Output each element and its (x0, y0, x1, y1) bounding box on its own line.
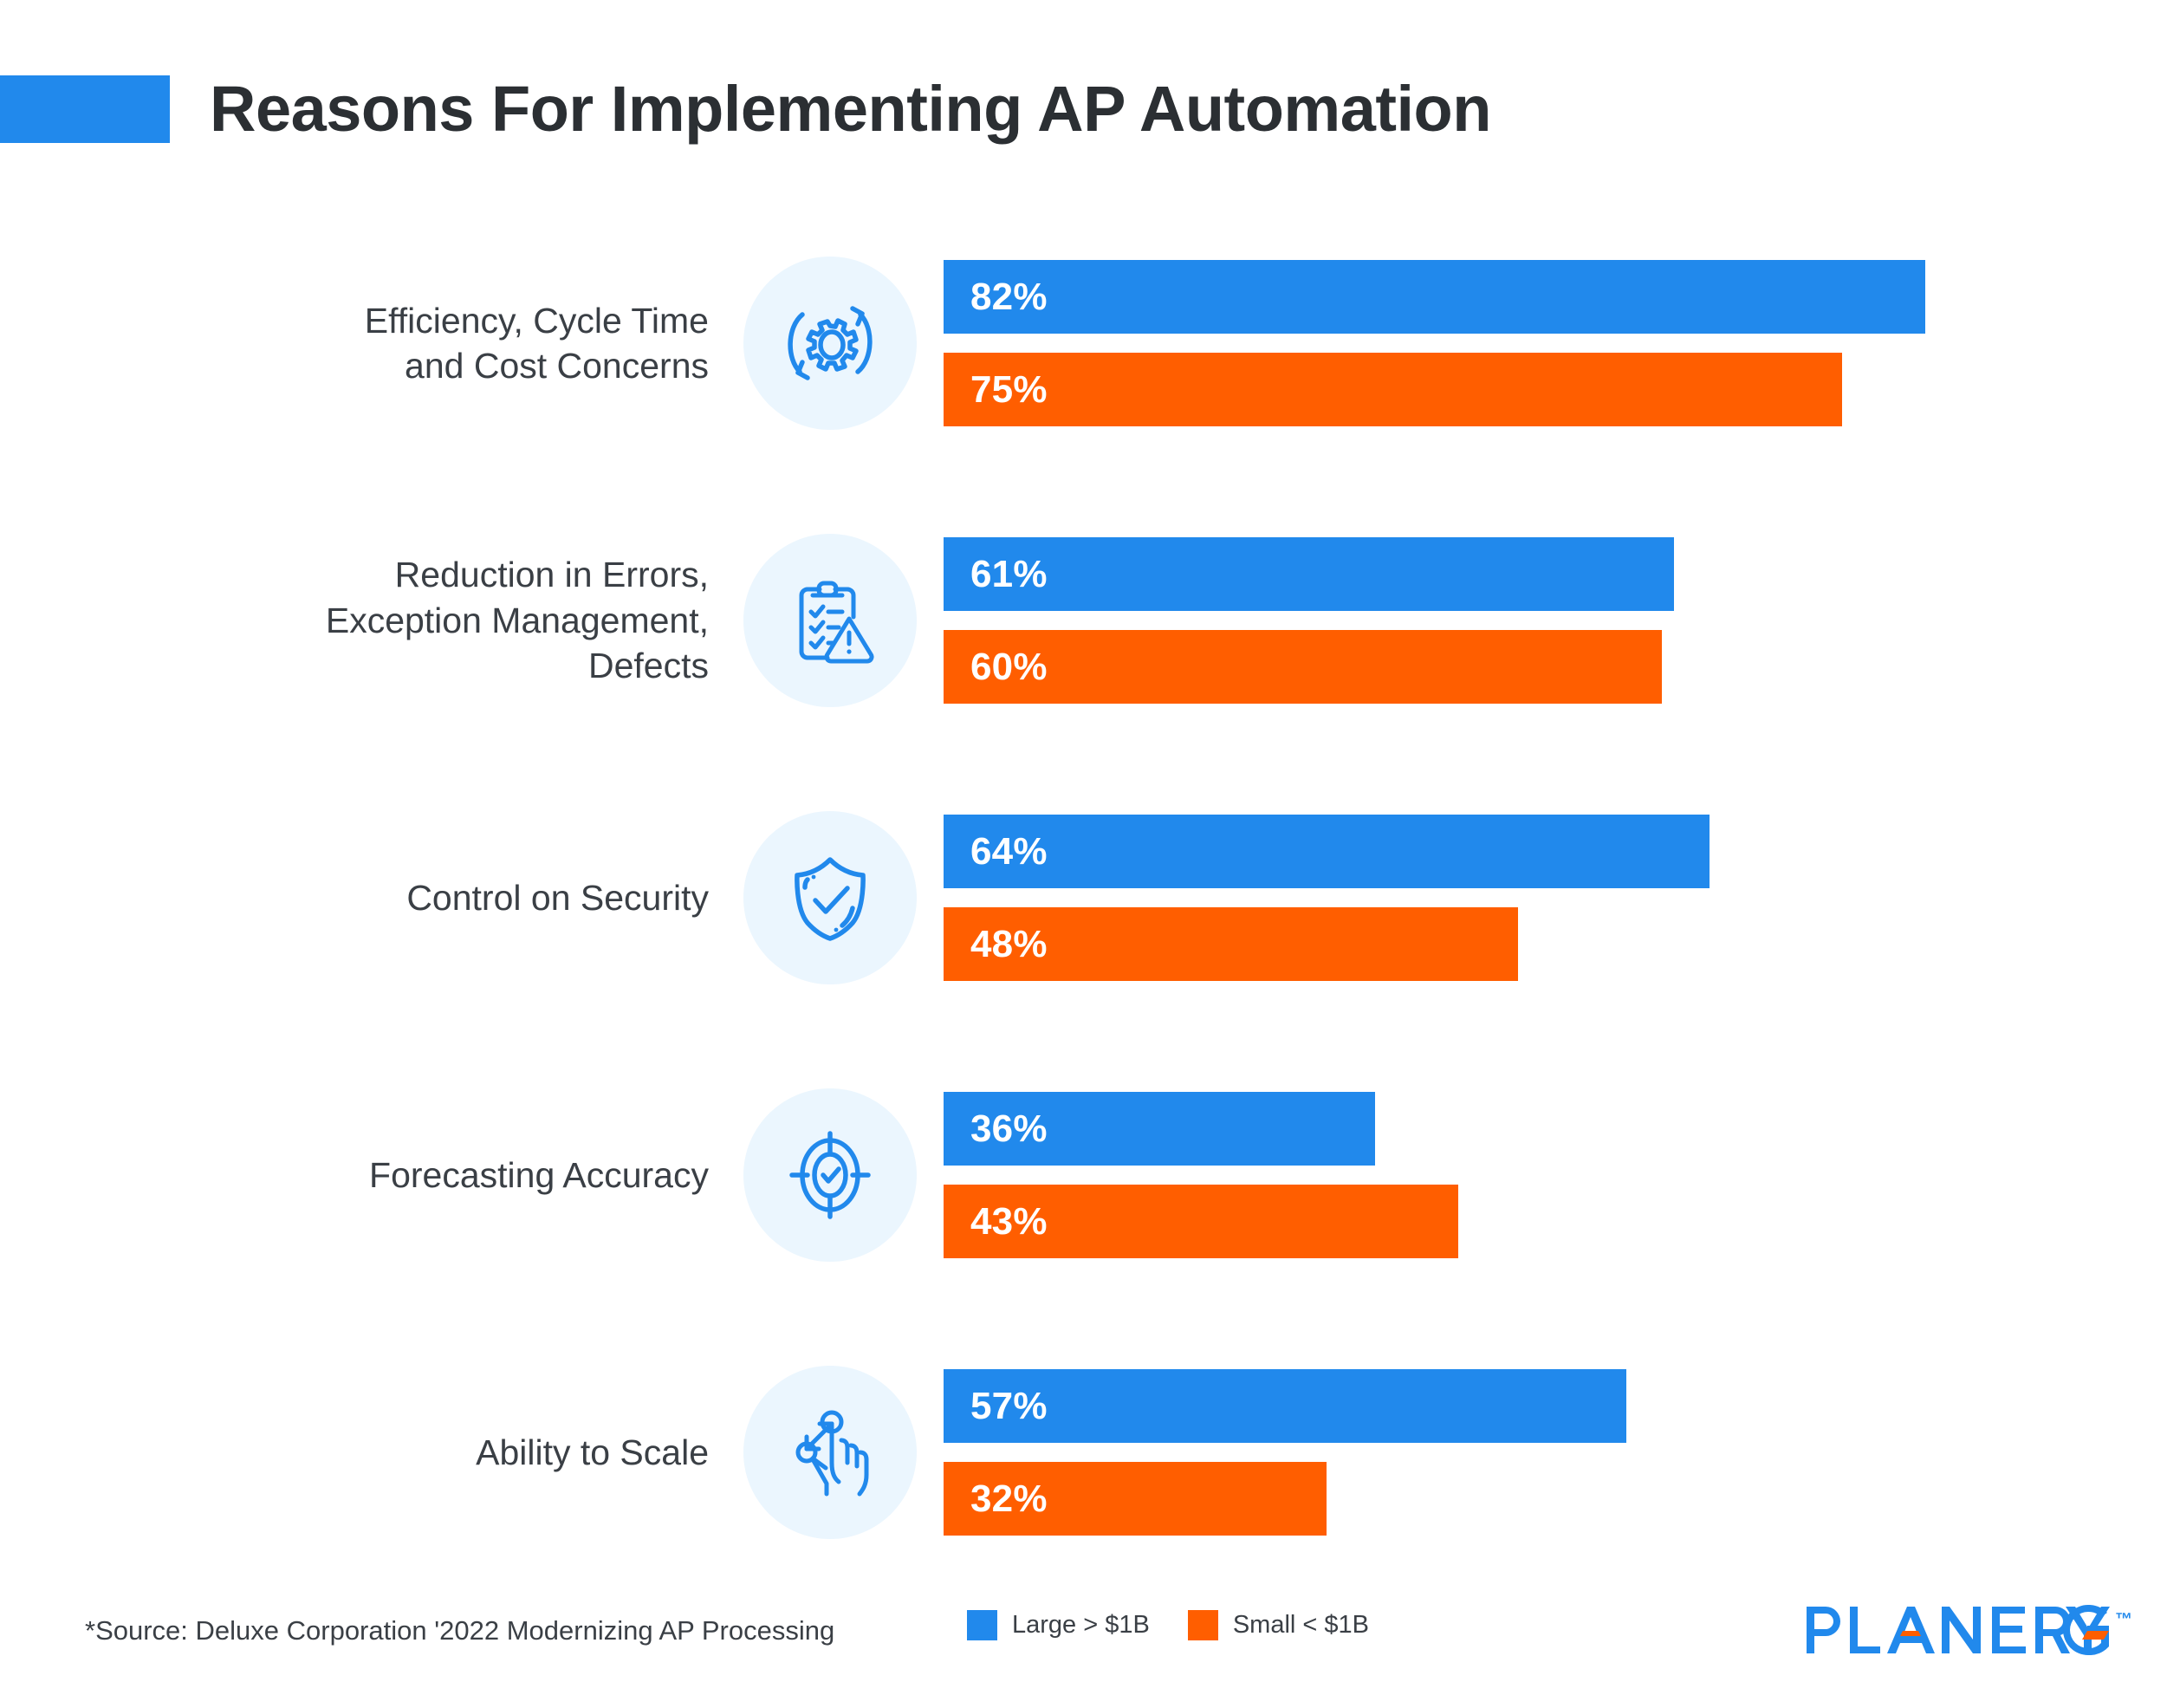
bar-large: 36% (944, 1092, 1375, 1166)
clipboard-warning-icon (743, 534, 917, 707)
header: Reasons For Implementing AP Automation (0, 71, 2167, 147)
bar-value-label: 64% (970, 829, 1048, 873)
bar-group: 57% 32% (944, 1369, 2167, 1536)
target-check-icon (743, 1088, 917, 1262)
bar-value-label: 60% (970, 645, 1048, 688)
chart-row: Ability to Scale 57% 32% (0, 1314, 2167, 1591)
bar-large: 82% (944, 260, 1926, 334)
bar-value-label: 82% (970, 275, 1048, 318)
legend-swatch-small-icon (1187, 1610, 1218, 1640)
shield-check-icon (743, 811, 917, 984)
chart-legend: Large > $1B Small < $1B (967, 1610, 1369, 1640)
bar-value-label: 32% (970, 1477, 1048, 1520)
category-label: Forecasting Accuracy (0, 1153, 728, 1198)
bar-small: 75% (944, 353, 1842, 426)
trademark-symbol: ™ (2115, 1610, 2132, 1629)
category-label-line: Control on Security (406, 877, 709, 918)
source-note: *Source: Deluxe Corporation '2022 Modern… (85, 1615, 835, 1646)
bar-small: 43% (944, 1185, 1459, 1258)
planergy-logo: ™ (1807, 1605, 2132, 1655)
bar-group: 82% 75% (944, 260, 2167, 426)
bar-group: 36% 43% (944, 1092, 2167, 1258)
header-accent-block (0, 75, 170, 143)
infographic-canvas: Reasons For Implementing AP Automation E… (0, 0, 2167, 1708)
bar-group: 61% 60% (944, 537, 2167, 704)
category-label-line: Efficiency, Cycle Time (364, 300, 709, 341)
planergy-wordmark-icon (1807, 1605, 2110, 1655)
page-title: Reasons For Implementing AP Automation (210, 73, 1491, 145)
category-label: Reduction in Errors, Exception Managemen… (0, 552, 728, 688)
category-label-line: Ability to Scale (476, 1432, 709, 1472)
legend-label: Large > $1B (1012, 1611, 1150, 1639)
chart-row: Control on Security 64% 48% (0, 759, 2167, 1036)
footer: *Source: Deluxe Corporation '2022 Modern… (0, 1600, 2167, 1695)
bar-value-label: 57% (970, 1384, 1048, 1427)
bar-small: 32% (944, 1462, 1327, 1536)
chart-row: Efficiency, Cycle Time and Cost Concerns… (0, 205, 2167, 482)
bar-large: 64% (944, 815, 1710, 888)
legend-swatch-large-icon (967, 1610, 997, 1640)
bar-value-label: 36% (970, 1107, 1048, 1150)
category-label-line: Forecasting Accuracy (369, 1154, 709, 1195)
bar-value-label: 75% (970, 367, 1048, 411)
bar-value-label: 61% (970, 552, 1048, 595)
pinch-zoom-hand-icon (743, 1366, 917, 1539)
bar-group: 64% 48% (944, 815, 2167, 981)
chart-rows: Efficiency, Cycle Time and Cost Concerns… (0, 205, 2167, 1591)
category-label: Control on Security (0, 875, 728, 920)
category-label-line: and Cost Concerns (405, 346, 709, 386)
category-label: Ability to Scale (0, 1430, 728, 1475)
category-label-line: Exception Management, (325, 600, 709, 640)
category-label: Efficiency, Cycle Time and Cost Concerns (0, 298, 728, 389)
legend-label: Small < $1B (1232, 1611, 1369, 1639)
legend-item-small: Small < $1B (1187, 1610, 1369, 1640)
bar-small: 60% (944, 630, 1663, 704)
bar-value-label: 43% (970, 1199, 1048, 1243)
bar-small: 48% (944, 907, 1519, 981)
chart-row: Reduction in Errors, Exception Managemen… (0, 482, 2167, 759)
chart-row: Forecasting Accuracy 36% 43% (0, 1036, 2167, 1314)
gear-cycle-icon (743, 257, 917, 430)
category-label-line: Defects (588, 646, 709, 686)
bar-value-label: 48% (970, 922, 1048, 965)
legend-item-large: Large > $1B (967, 1610, 1150, 1640)
category-label-line: Reduction in Errors, (394, 555, 709, 595)
bar-large: 61% (944, 537, 1675, 611)
bar-large: 57% (944, 1369, 1626, 1443)
